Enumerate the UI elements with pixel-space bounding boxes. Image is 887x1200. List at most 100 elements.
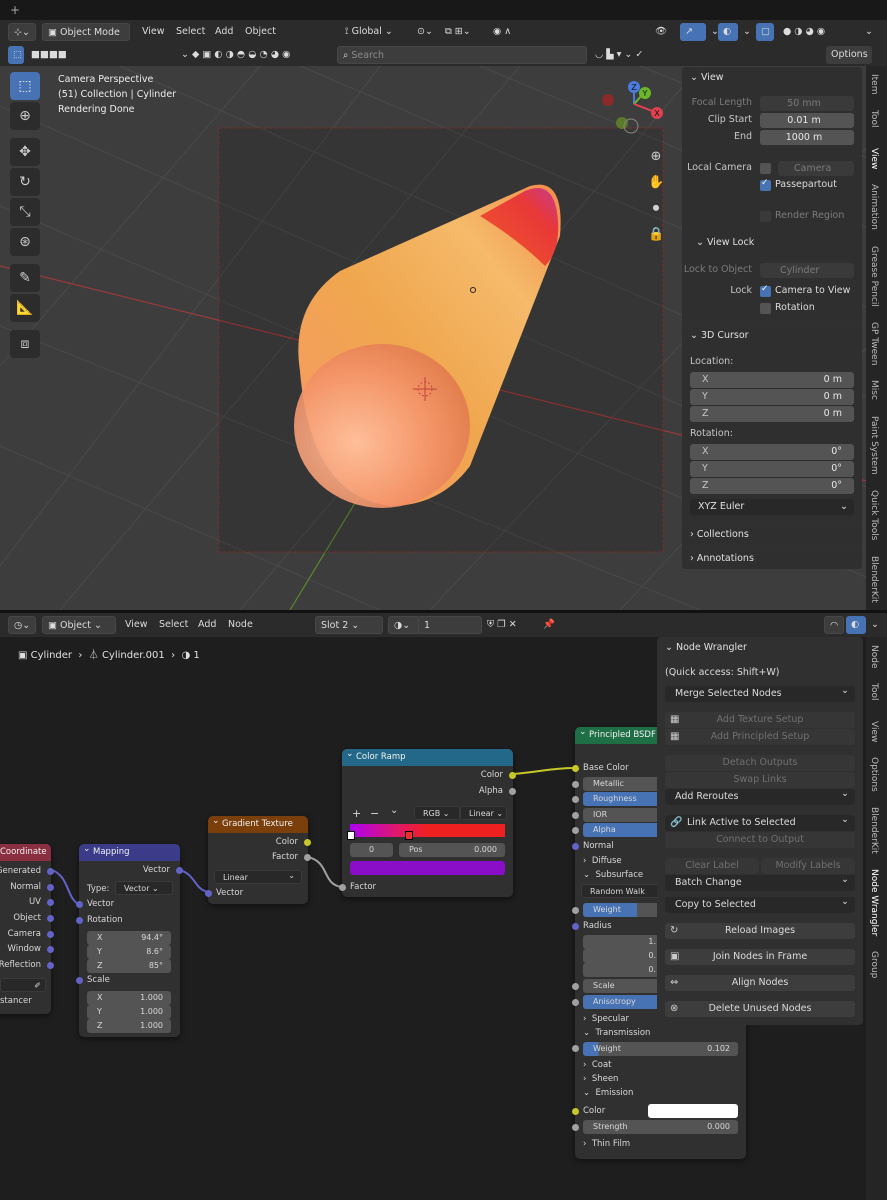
specular-panel[interactable]: › Specular	[583, 1014, 629, 1024]
input-socket[interactable]	[572, 1124, 579, 1131]
cursor-rotation-y[interactable]: Y 0°	[690, 461, 854, 477]
tab-view[interactable]: View	[869, 721, 879, 742]
input-socket[interactable]	[76, 917, 83, 924]
connect-output-button[interactable]: Connect to Output	[665, 832, 855, 848]
scale-tool-icon[interactable]: ⤡	[10, 198, 40, 226]
add-principled-setup-button[interactable]: ▦ Add Principled Setup	[665, 729, 855, 745]
gizmo-dropdown[interactable]: ⌄	[706, 23, 719, 41]
overlays-toggle[interactable]: ◐	[718, 23, 738, 41]
emission-color-swatch[interactable]	[648, 1104, 738, 1118]
color-stop-handle[interactable]	[405, 831, 413, 840]
tab-group[interactable]: Group	[869, 951, 879, 978]
selection-mode-icons[interactable]: ■■■■	[26, 46, 86, 64]
passepartout-checkbox[interactable]	[760, 178, 771, 191]
view-section-header[interactable]: ⌄ View	[682, 67, 862, 89]
clip-start-field[interactable]: 0.01 m	[760, 113, 854, 128]
align-nodes-button[interactable]: ⇔ Align Nodes	[665, 975, 855, 991]
cursor-location-x[interactable]: X 0 m	[690, 372, 854, 388]
local-camera-checkbox[interactable]	[760, 163, 771, 174]
node-overlays-dropdown[interactable]: ⌄	[866, 616, 880, 634]
interpolation-select[interactable]: Linear ⌄	[460, 806, 507, 820]
scale-x-field[interactable]: X 1.000	[87, 991, 171, 1005]
display-filter-icons[interactable]: ⌄ ◆ ▣ ◐ ◑ ◓ ◒ ◔ ◕ ◉	[176, 46, 336, 64]
output-socket[interactable]	[47, 915, 54, 922]
remove-stop-button[interactable]: −	[370, 807, 379, 820]
sheen-panel[interactable]: › Sheen	[583, 1074, 618, 1084]
input-socket[interactable]	[339, 884, 346, 891]
input-socket[interactable]	[572, 923, 579, 930]
link-active-select[interactable]: 🔗 Link Active to Selected	[665, 812, 855, 831]
gradient-type-select[interactable]: Linear ⌄	[214, 870, 302, 884]
emission-panel[interactable]: ⌄ Emission	[583, 1088, 633, 1098]
gradient-texture-node[interactable]: Gradient Texture Color Factor Linear ⌄ Ve…	[205, 813, 311, 904]
output-socket[interactable]	[304, 854, 311, 861]
visibility-button[interactable]: 👁⌄	[650, 23, 674, 55]
add-stop-button[interactable]: +	[352, 807, 361, 820]
scale-y-field[interactable]: Y 1.000	[87, 1005, 171, 1019]
output-socket[interactable]	[509, 772, 516, 779]
add-cube-tool-icon[interactable]: ⧈	[10, 330, 40, 358]
mapping-header[interactable]: Mapping	[79, 841, 180, 861]
clip-end-field[interactable]: 1000 m	[760, 130, 854, 145]
lock-rotation-checkbox[interactable]	[760, 303, 771, 314]
input-socket[interactable]	[76, 977, 83, 984]
input-socket[interactable]	[572, 843, 579, 850]
input-socket[interactable]	[572, 1045, 579, 1052]
tab-blenderkit[interactable]: BlenderKit	[869, 556, 879, 603]
input-socket[interactable]	[572, 983, 579, 990]
batch-change-select[interactable]: Batch Change	[665, 872, 855, 891]
cursor-section-header[interactable]: ⌄ 3D Cursor	[682, 325, 862, 347]
add-texture-setup-button[interactable]: ▦ Add Texture Setup	[665, 712, 855, 728]
stop-index-field[interactable]: 0	[350, 843, 393, 857]
node-editor-type-button[interactable]: ◷⌄	[8, 616, 36, 634]
node-menu-add[interactable]: Add	[198, 616, 216, 634]
diffuse-panel[interactable]: › Diffuse	[583, 856, 622, 866]
subsurface-panel[interactable]: ⌄ Subsurface	[583, 870, 643, 880]
input-socket[interactable]	[572, 907, 579, 914]
lock-object-field[interactable]: Cylinder	[760, 263, 854, 278]
focal-length-field[interactable]: 50 mm	[760, 96, 854, 111]
rotate-tool-icon[interactable]: ↻	[10, 168, 40, 196]
tab-blenderkit[interactable]: BlenderKit	[869, 807, 879, 854]
tab-node[interactable]: Node	[869, 645, 879, 669]
transform-orientation[interactable]: ⟟ Global ⌄	[340, 23, 408, 41]
tab-gp-tween[interactable]: GP Tween	[869, 322, 879, 365]
tab-animation[interactable]: Animation	[869, 184, 879, 230]
rotation-x-field[interactable]: X 94.4°	[87, 931, 171, 945]
mode-selector[interactable]: ▣ Object Mode ⌄	[42, 23, 130, 56]
tab-quick-tools[interactable]: Quick Tools	[869, 490, 879, 540]
delete-unused-button[interactable]: ⊗ Delete Unused Nodes	[665, 1001, 855, 1017]
node-menu-node[interactable]: Node	[228, 616, 253, 634]
camera-to-view-checkbox[interactable]	[760, 284, 771, 297]
collections-section[interactable]: › Collections	[682, 525, 862, 545]
pan-hand-icon[interactable]: ✋	[648, 170, 664, 196]
transmission-weight-field[interactable]: Weight 0.102	[583, 1042, 738, 1056]
editor-type-button[interactable]: ⊹⌄	[8, 23, 36, 41]
node-wrangler-header[interactable]: ⌄ Node Wrangler	[665, 642, 747, 653]
input-socket[interactable]	[572, 781, 579, 788]
output-socket[interactable]	[176, 867, 183, 874]
rotation-z-field[interactable]: Z 85°	[87, 959, 171, 973]
node-overlays-toggle[interactable]: ◐	[846, 616, 866, 634]
output-socket[interactable]	[47, 962, 54, 969]
measure-tool-icon[interactable]: 📐	[10, 294, 40, 322]
node-menu-view[interactable]: View	[125, 616, 148, 634]
tab-grease-pencil[interactable]: Grease Pencil	[869, 246, 879, 307]
texcoord-header[interactable]: Coordinate	[0, 844, 51, 861]
render-region-checkbox[interactable]	[760, 211, 771, 222]
output-socket[interactable]	[47, 931, 54, 938]
gradient-header[interactable]: Gradient Texture	[208, 813, 308, 833]
menu-add[interactable]: Add	[215, 23, 233, 41]
outliner-search[interactable]: ⌕ Search	[337, 46, 587, 64]
xray-toggle[interactable]: ▢	[756, 23, 774, 41]
view-lock-header[interactable]: ⌄ View Lock	[696, 237, 754, 248]
local-camera-field[interactable]: Camera	[778, 161, 854, 176]
add-reroutes-select[interactable]: Add Reroutes	[665, 786, 855, 805]
menu-view[interactable]: View	[142, 23, 165, 41]
input-socket[interactable]	[572, 827, 579, 834]
material-slot-select[interactable]: Slot 2 ⌄	[315, 616, 383, 634]
stop-position-field[interactable]: Pos 0.000	[399, 843, 505, 857]
input-socket[interactable]	[572, 765, 579, 772]
tab-view[interactable]: View	[869, 148, 879, 169]
input-socket[interactable]	[572, 812, 579, 819]
